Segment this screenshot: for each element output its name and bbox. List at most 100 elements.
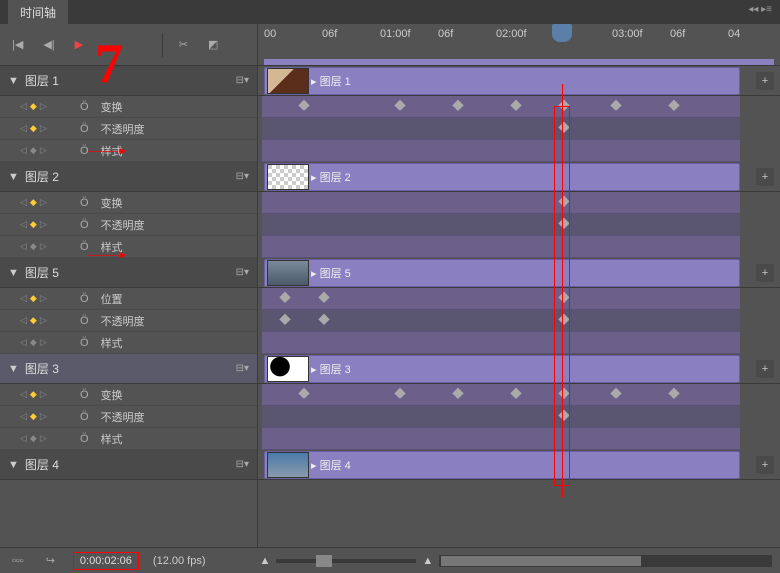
layer-header[interactable]: ▼图层 2⊟▾ <box>0 162 257 192</box>
keyframe-nav[interactable]: ◁◆▷ <box>20 219 80 230</box>
stopwatch-icon[interactable]: Ö <box>80 293 89 305</box>
transition-icon[interactable]: ◩ <box>204 34 222 55</box>
keyframe-nav[interactable]: ◁◆▷ <box>20 389 80 400</box>
expand-arrow-icon[interactable]: ▼ <box>8 267 19 279</box>
keyframe[interactable] <box>299 388 310 399</box>
keyframe-track[interactable] <box>262 384 740 406</box>
property-row[interactable]: ◁◆▷Ö不透明度 <box>0 310 257 332</box>
scissors-icon[interactable]: ✂ <box>175 34 192 55</box>
property-row[interactable]: ◁◆▷Ö样式 <box>0 236 257 258</box>
keyframe-track[interactable] <box>262 236 740 258</box>
keyframe[interactable] <box>510 388 521 399</box>
keyframe[interactable] <box>452 100 463 111</box>
keyframe[interactable] <box>668 100 679 111</box>
keyframe-nav[interactable]: ◁◆▷ <box>20 241 80 252</box>
add-track-button[interactable]: + <box>756 72 774 90</box>
keyframe-nav[interactable]: ◁◆▷ <box>20 337 80 348</box>
keyframe[interactable] <box>299 100 310 111</box>
panel-menu-icon[interactable]: ◂◂ ▸≡ <box>748 4 772 15</box>
clip[interactable]: ▸ 图层 4 <box>264 451 740 479</box>
stopwatch-icon[interactable]: Ö <box>80 123 89 135</box>
property-row[interactable]: ◁◆▷Ö变换 <box>0 96 257 118</box>
add-track-button[interactable]: + <box>756 456 774 474</box>
expand-arrow-icon[interactable]: ▼ <box>8 363 19 375</box>
property-row[interactable]: ◁◆▷Ö不透明度 <box>0 118 257 140</box>
keyframe[interactable] <box>510 100 521 111</box>
add-track-button[interactable]: + <box>756 360 774 378</box>
prev-frame-button[interactable]: ◀| <box>39 34 58 55</box>
property-row[interactable]: ◁◆▷Ö样式 <box>0 140 257 162</box>
stopwatch-icon[interactable]: Ö <box>80 241 89 253</box>
property-row[interactable]: ◁◆▷Ö位置 <box>0 288 257 310</box>
layer-options-icon[interactable]: ⊟▾ <box>236 363 249 374</box>
property-row[interactable]: ◁◆▷Ö变换 <box>0 384 257 406</box>
property-row[interactable]: ◁◆▷Ö样式 <box>0 428 257 450</box>
work-area-bar[interactable] <box>264 59 774 65</box>
keyframe[interactable] <box>280 292 291 303</box>
keyframe-nav[interactable]: ◁◆▷ <box>20 197 80 208</box>
keyframe-track[interactable] <box>262 406 740 428</box>
keyframe[interactable] <box>395 100 406 111</box>
keyframe-track[interactable] <box>262 96 740 118</box>
expand-arrow-icon[interactable]: ▼ <box>8 171 19 183</box>
stopwatch-icon[interactable]: Ö <box>80 145 89 157</box>
horizontal-scrollbar[interactable] <box>439 555 772 567</box>
keyframe[interactable] <box>611 388 622 399</box>
add-track-button[interactable]: + <box>756 168 774 186</box>
property-row[interactable]: ◁◆▷Ö变换 <box>0 192 257 214</box>
footer-options-icon[interactable]: ▫▫▫ <box>8 551 28 571</box>
keyframe[interactable] <box>318 314 329 325</box>
stopwatch-icon[interactable]: Ö <box>80 389 89 401</box>
layer-header[interactable]: ▼图层 3⊟▾ <box>0 354 257 384</box>
expand-arrow-icon[interactable]: ▼ <box>8 75 19 87</box>
keyframe-nav[interactable]: ◁◆▷ <box>20 433 80 444</box>
zoom-slider[interactable] <box>276 559 416 563</box>
keyframe[interactable] <box>558 218 569 229</box>
property-row[interactable]: ◁◆▷Ö样式 <box>0 332 257 354</box>
keyframe[interactable] <box>395 388 406 399</box>
keyframe-track[interactable] <box>262 192 740 214</box>
keyframe-track[interactable] <box>262 140 740 162</box>
stopwatch-icon[interactable]: Ö <box>80 101 89 113</box>
playhead[interactable] <box>552 24 572 42</box>
keyframe-nav[interactable]: ◁◆▷ <box>20 315 80 326</box>
first-frame-button[interactable]: |◀ <box>8 34 27 55</box>
keyframe-track[interactable] <box>262 332 740 354</box>
stopwatch-icon[interactable]: Ö <box>80 315 89 327</box>
keyframe-nav[interactable]: ◁◆▷ <box>20 145 80 156</box>
clip[interactable]: ▸ 图层 5 <box>264 259 740 287</box>
keyframe-nav[interactable]: ◁◆▷ <box>20 411 80 422</box>
keyframe[interactable] <box>558 122 569 133</box>
expand-arrow-icon[interactable]: ▼ <box>8 459 19 471</box>
footer-redo-icon[interactable]: ↪ <box>42 550 59 571</box>
keyframe-track[interactable] <box>262 118 740 140</box>
keyframe-nav[interactable]: ◁◆▷ <box>20 293 80 304</box>
keyframe[interactable] <box>668 388 679 399</box>
property-row[interactable]: ◁◆▷Ö不透明度 <box>0 406 257 428</box>
keyframe[interactable] <box>452 388 463 399</box>
stopwatch-icon[interactable]: Ö <box>80 219 89 231</box>
keyframe-nav[interactable]: ◁◆▷ <box>20 123 80 134</box>
keyframe-nav[interactable]: ◁◆▷ <box>20 101 80 112</box>
clip[interactable]: ▸ 图层 2 <box>264 163 740 191</box>
keyframe[interactable] <box>611 100 622 111</box>
layer-header[interactable]: ▼图层 1⊟▾ <box>0 66 257 96</box>
layer-header[interactable]: ▼图层 5⊟▾ <box>0 258 257 288</box>
timecode-display[interactable]: 0:00:02:06 <box>73 552 139 570</box>
keyframe-track[interactable] <box>262 288 740 310</box>
keyframe[interactable] <box>558 100 569 111</box>
keyframe[interactable] <box>558 388 569 399</box>
zoom-out-icon[interactable]: ▲ <box>260 555 271 567</box>
layer-header[interactable]: ▼图层 4⊟▾ <box>0 450 257 480</box>
time-ruler[interactable]: 0006f01:00f06f02:00f06f03:00f06f04 <box>258 24 780 66</box>
keyframe-track[interactable] <box>262 310 740 332</box>
layer-options-icon[interactable]: ⊟▾ <box>236 75 249 86</box>
layer-options-icon[interactable]: ⊟▾ <box>236 171 249 182</box>
property-row[interactable]: ◁◆▷Ö不透明度 <box>0 214 257 236</box>
stopwatch-icon[interactable]: Ö <box>80 337 89 349</box>
layer-options-icon[interactable]: ⊟▾ <box>236 267 249 278</box>
stopwatch-icon[interactable]: Ö <box>80 433 89 445</box>
add-track-button[interactable]: + <box>756 264 774 282</box>
keyframe[interactable] <box>280 314 291 325</box>
layer-options-icon[interactable]: ⊟▾ <box>236 459 249 470</box>
